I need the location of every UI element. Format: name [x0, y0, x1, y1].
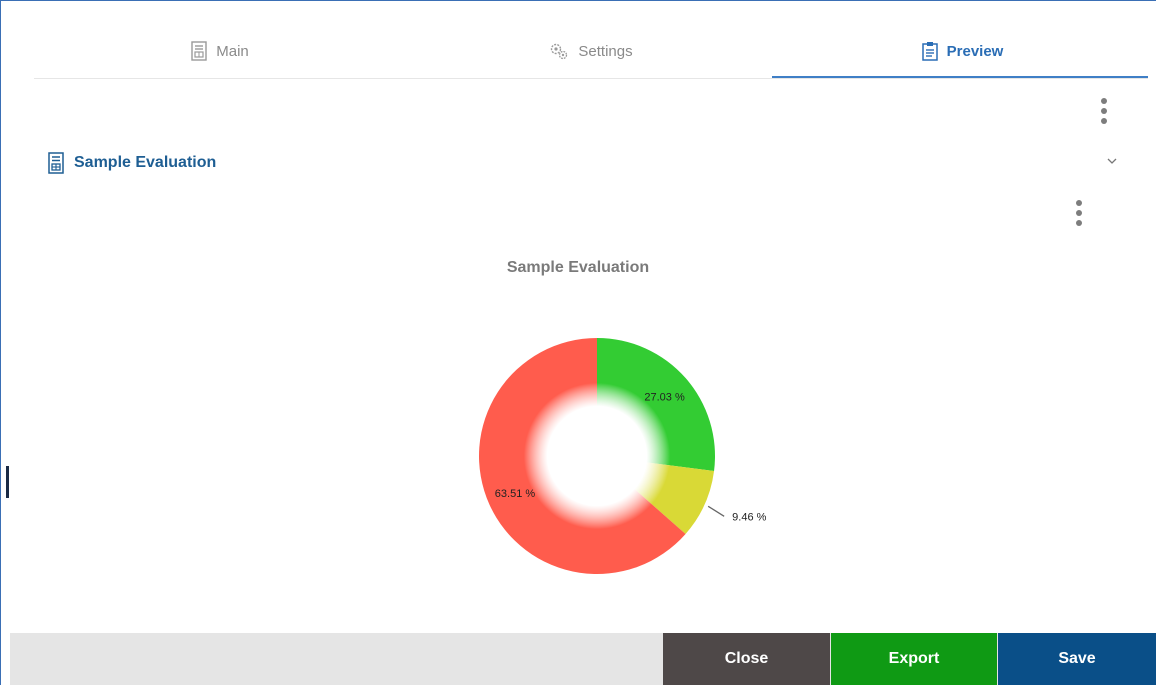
tab-main[interactable]: Main: [34, 24, 405, 78]
form-icon: [48, 152, 64, 174]
section-title: Sample Evaluation: [74, 154, 217, 171]
chart-title: Sample Evaluation: [506, 259, 650, 276]
slice-label: 27.03 %: [644, 392, 685, 404]
tab-main-label: Main: [216, 42, 249, 60]
tab-preview-label: Preview: [946, 42, 1004, 60]
slice-label: 63.51 %: [495, 488, 536, 500]
close-button[interactable]: Close: [663, 633, 830, 685]
form-icon: [191, 41, 207, 61]
donut-slice[interactable]: [597, 338, 715, 472]
chevron-down-icon[interactable]: [1106, 156, 1118, 166]
export-button[interactable]: Export: [831, 633, 997, 685]
slice-label-leader: [707, 505, 725, 517]
clipboard-icon: [921, 42, 938, 61]
chart-more-options-icon[interactable]: [1073, 200, 1085, 226]
slice-label: 9.46 %: [732, 511, 766, 523]
tab-bar: Main Settings Preview: [34, 24, 1148, 79]
save-button[interactable]: Save: [998, 633, 1156, 685]
gears-icon: [551, 43, 568, 60]
page-more-options-icon[interactable]: [1098, 98, 1110, 124]
donut-chart: 27.03 % 9.46 % 63.51 %: [479, 338, 767, 574]
tab-preview[interactable]: Preview: [776, 24, 1148, 78]
tab-settings[interactable]: Settings: [405, 24, 776, 78]
active-tab-indicator: [772, 76, 1148, 78]
section-header[interactable]: Sample Evaluation: [47, 152, 216, 174]
tab-settings-label: Settings: [578, 42, 633, 60]
